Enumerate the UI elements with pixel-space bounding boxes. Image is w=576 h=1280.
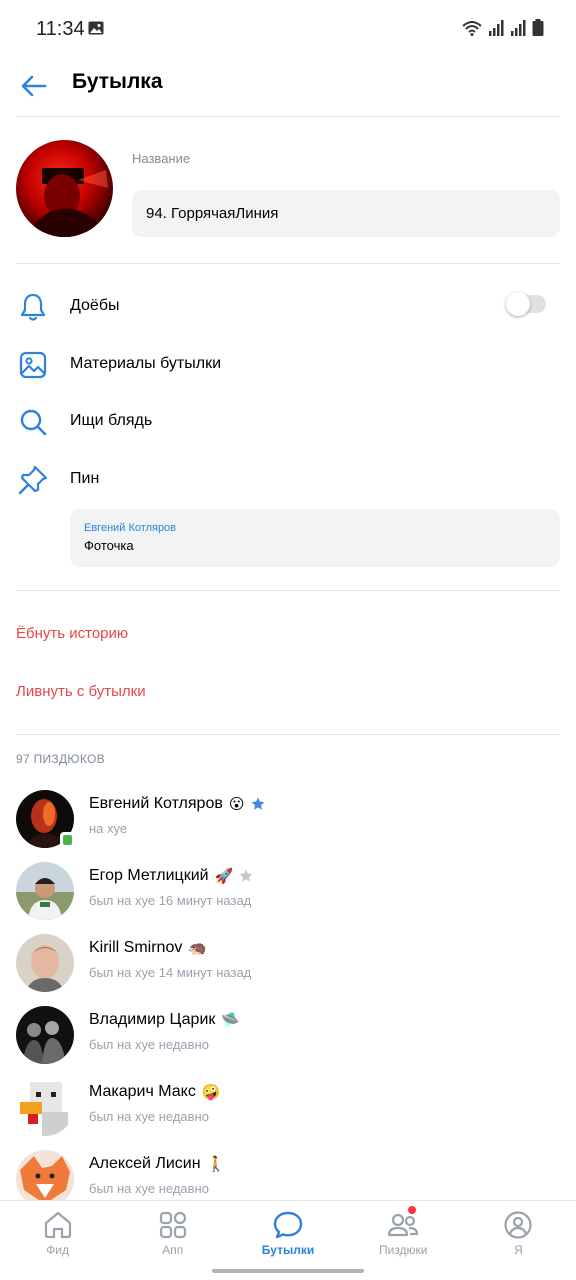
pinned-author: Евгений Котляров <box>84 522 177 534</box>
avatar <box>16 934 74 992</box>
tab-feed[interactable]: Фид <box>0 1201 115 1260</box>
members-count: 97 ПИЗДЮКОВ <box>16 752 105 766</box>
member-row[interactable]: Евгений Котляров 😮 на хуе <box>0 790 576 862</box>
bottom-tab-bar: Фид Апп Бутылки Пиздюки Я <box>0 1200 576 1260</box>
divider <box>16 116 560 117</box>
status-emoji: 🤪 <box>201 1084 221 1101</box>
notifications-toggle[interactable] <box>506 292 546 316</box>
page-title: Бутылка <box>72 70 163 93</box>
tab-label: Пиздюки <box>378 1243 428 1257</box>
tab-label: Я <box>514 1243 523 1257</box>
chat-avatar-image <box>16 140 113 237</box>
search-label: Ищи блядь <box>70 412 153 429</box>
member-name-line: Алексей Лисин 🚶 <box>89 1155 225 1173</box>
member-status: был на хуе недавно <box>89 1037 209 1052</box>
member-name-line: Kirill Smirnov 🦔 <box>89 939 207 957</box>
wifi-icon <box>462 21 482 36</box>
member-status: был на хуе недавно <box>89 1181 209 1196</box>
member-name: Алексей Лисин <box>89 1155 201 1172</box>
battery-icon <box>532 19 544 36</box>
avatar <box>16 1078 74 1136</box>
notification-badge <box>407 1206 416 1214</box>
status-emoji: 🛸 <box>221 1012 241 1029</box>
system-nav-bar <box>0 1260 576 1280</box>
divider <box>16 263 560 264</box>
chat-name-label: Название <box>132 151 191 166</box>
pin-label: Пин <box>70 470 100 487</box>
member-name: Егор Метлицкий <box>89 867 209 884</box>
member-name: Евгений Котляров <box>89 795 223 812</box>
status-emoji: 🦔 <box>188 940 208 957</box>
friends-icon <box>388 1213 419 1237</box>
tab-label: Фид <box>46 1243 70 1257</box>
tab-apps[interactable]: Апп <box>115 1201 230 1260</box>
member-status: был на хуе 16 минут назад <box>89 893 252 908</box>
member-name: Владимир Царик <box>89 1011 216 1028</box>
divider <box>16 590 560 591</box>
notifications-row[interactable]: Доёбы <box>0 279 576 333</box>
member-name-line: Егор Метлицкий 🚀 <box>89 867 253 885</box>
materials-row[interactable]: Материалы бутылки <box>0 337 576 391</box>
tab-label: Бутылки <box>261 1243 315 1257</box>
star-icon <box>239 869 253 882</box>
pin-row[interactable]: Пин <box>0 452 576 506</box>
divider <box>16 734 560 735</box>
notifications-label: Доёбы <box>70 297 120 314</box>
pinned-message-card[interactable]: Евгений Котляров Фоточка <box>70 509 560 567</box>
avatar <box>16 1006 74 1064</box>
member-name: Макарич Макс <box>89 1083 196 1100</box>
profile-icon <box>504 1211 533 1239</box>
status-time: 11:34 <box>36 18 85 40</box>
materials-label: Материалы бутылки <box>70 355 222 372</box>
member-name-line: Евгений Котляров 😮 <box>89 795 265 813</box>
gallery-notification-icon <box>88 21 104 35</box>
pinned-text: Фоточка <box>84 538 134 553</box>
leave-chat-button[interactable]: Ливнуть с бутылки <box>16 683 146 700</box>
member-name: Kirill Smirnov <box>89 939 183 956</box>
chat-name-input[interactable]: 94. ГоррячаяЛиния <box>132 190 560 237</box>
apps-grid-icon <box>159 1211 186 1239</box>
search-row[interactable]: Ищи блядь <box>0 394 576 448</box>
tab-profile[interactable]: Я <box>461 1201 576 1260</box>
chat-avatar[interactable] <box>16 140 113 237</box>
tab-label: Апп <box>162 1243 184 1257</box>
avatar <box>16 862 74 920</box>
online-indicator <box>60 832 75 847</box>
member-name-line: Макарич Макс 🤪 <box>89 1083 221 1101</box>
clear-history-button[interactable]: Ёбнуть историю <box>16 625 128 642</box>
image-icon <box>19 351 47 379</box>
member-row[interactable]: Владимир Царик 🛸 был на хуе недавно <box>0 1006 576 1078</box>
member-row[interactable]: Егор Метлицкий 🚀 был на хуе 16 минут наз… <box>0 862 576 934</box>
member-name-line: Владимир Царик 🛸 <box>89 1011 240 1029</box>
member-status: на хуе <box>89 821 128 836</box>
status-emoji: 🚀 <box>214 868 234 885</box>
bell-icon <box>20 293 46 321</box>
tab-friends[interactable]: Пиздюки <box>346 1201 461 1260</box>
header: Бутылка <box>0 58 576 116</box>
back-button[interactable] <box>16 68 52 104</box>
status-emoji: 🚶 <box>206 1156 226 1173</box>
signal-icon-2 <box>511 20 526 36</box>
member-status: был на хуе 14 минут назад <box>89 965 252 980</box>
home-indicator[interactable] <box>212 1269 364 1273</box>
member-row[interactable]: Kirill Smirnov 🦔 был на хуе 14 минут наз… <box>0 934 576 1006</box>
message-bubble-icon <box>273 1211 303 1239</box>
tab-messages[interactable]: Бутылки <box>230 1201 345 1260</box>
toggle-knob <box>506 292 530 316</box>
arrow-left-icon <box>21 75 47 97</box>
star-icon <box>251 797 264 810</box>
member-status: был на хуе недавно <box>89 1109 209 1124</box>
pin-icon <box>18 465 48 495</box>
status-emoji: 😮 <box>228 796 245 813</box>
member-row[interactable]: Макарич Макс 🤪 был на хуе недавно <box>0 1078 576 1150</box>
home-icon <box>44 1211 71 1239</box>
signal-icon <box>489 20 504 36</box>
search-icon <box>20 409 47 436</box>
status-bar: 11:34 <box>0 0 576 58</box>
